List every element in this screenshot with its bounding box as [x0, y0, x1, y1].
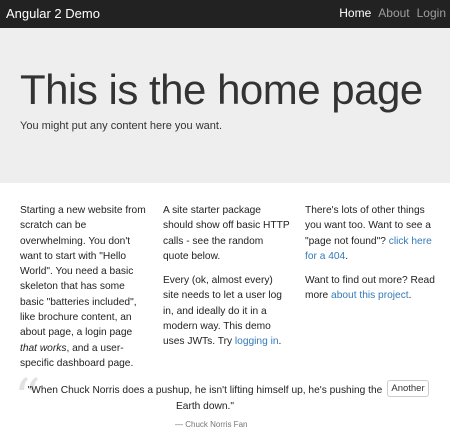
login-link[interactable]: logging in — [235, 336, 279, 347]
navbar-nav: Home About Login — [339, 6, 446, 20]
nav-link-about[interactable]: About — [378, 6, 409, 20]
column-3-text-d: . — [408, 290, 412, 302]
quote-author: — Chuck Norris Fan — [175, 420, 248, 429]
column-2-paragraph-2: Every (ok, almost every) site needs to l… — [163, 273, 291, 349]
navbar: Angular 2 Demo Home About Login — [0, 0, 450, 28]
column-1-paragraph: Starting a new website from scratch can … — [20, 203, 148, 371]
jumbotron: This is the home page You might put any … — [0, 28, 450, 183]
random-quote-text: "When Chuck Norris does a pushup, he isn… — [27, 385, 383, 412]
content-column-3: There's lots of other things you want to… — [305, 203, 441, 313]
nav-link-home[interactable]: Home — [339, 6, 371, 20]
page-title: This is the home page — [20, 66, 423, 113]
content-column-2: A site starter package should show off b… — [163, 203, 291, 359]
page-subtitle: You might put any content here you want. — [20, 120, 223, 132]
column-3-text-b: . — [345, 250, 349, 262]
column-2-paragraph-1: A site starter package should show off b… — [163, 205, 290, 262]
another-quote-button[interactable]: Another — [387, 380, 429, 397]
column-2-text-b: . — [278, 336, 282, 348]
nav-link-login[interactable]: Login — [417, 6, 446, 20]
about-project-link[interactable]: about this project — [331, 290, 409, 301]
column-3-paragraph-1: There's lots of other things you want to… — [305, 203, 441, 264]
column-3-paragraph-2: Want to find out more? Read more about t… — [305, 273, 441, 304]
column-1-emphasis: that works — [20, 342, 67, 354]
navbar-brand[interactable]: Angular 2 Demo — [6, 6, 100, 21]
content-column-1: Starting a new website from scratch can … — [20, 203, 148, 380]
column-1-text-a: Starting a new website from scratch can … — [20, 205, 146, 339]
